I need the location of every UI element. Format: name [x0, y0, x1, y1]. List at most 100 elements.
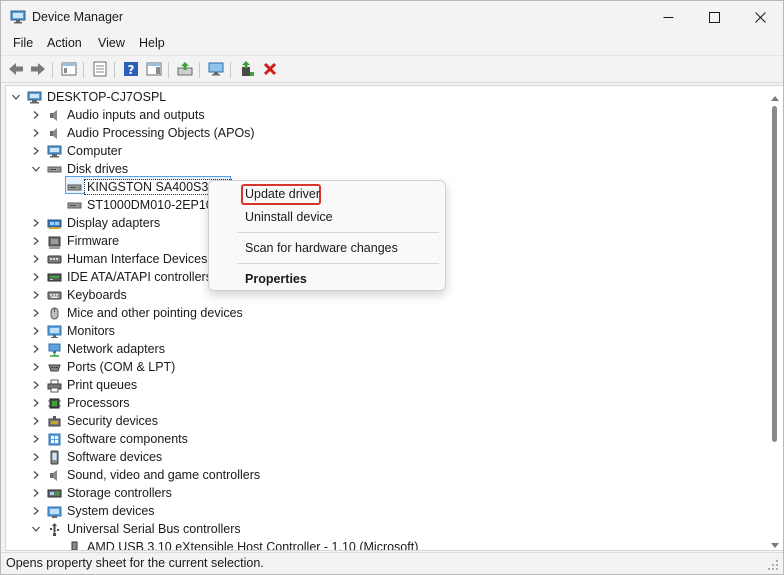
minimize-button[interactable]: [645, 1, 691, 33]
chevron-right-icon[interactable]: [30, 433, 42, 445]
chevron-right-icon[interactable]: [30, 379, 42, 391]
scrollbar-thumb[interactable]: [772, 106, 777, 442]
add-driver-button[interactable]: [237, 60, 257, 80]
status-bar: Opens property sheet for the current sel…: [1, 552, 783, 574]
tree-category-security-devices[interactable]: Security devices: [30, 412, 158, 430]
menu-file[interactable]: File: [13, 36, 33, 50]
menu-view[interactable]: View: [98, 36, 125, 50]
chevron-right-icon[interactable]: [30, 253, 42, 265]
tree-category-display-adapters[interactable]: Display adapters: [30, 214, 160, 232]
keyboard-icon: [46, 287, 62, 303]
close-button[interactable]: [737, 1, 783, 33]
tree-item-label: Software devices: [67, 450, 163, 464]
chevron-right-icon[interactable]: [30, 487, 42, 499]
tree-category-mice-and-other-pointing-devices[interactable]: Mice and other pointing devices: [30, 304, 243, 322]
uninstall-toolbar-button[interactable]: [260, 60, 280, 80]
svg-text:?: ?: [128, 63, 135, 77]
tree-category-monitors[interactable]: Monitors: [30, 322, 115, 340]
tree-device-kingston-sa400s3748[interactable]: KINGSTON SA400S3748: [62, 178, 233, 196]
maximize-button[interactable]: [691, 1, 737, 33]
chevron-right-icon[interactable]: [30, 361, 42, 373]
chevron-down-icon[interactable]: [10, 91, 22, 103]
scroll-up-arrow-icon[interactable]: [771, 92, 779, 101]
tree-root-desktop-cj7ospl[interactable]: DESKTOP-CJ7OSPL: [10, 88, 166, 106]
tree-category-keyboards[interactable]: Keyboards: [30, 286, 127, 304]
tree-device-amd-usb-3-10-extensible-host-controller-1-10-microsoft[interactable]: AMD USB 3.10 eXtensible Host Controller …: [62, 538, 418, 550]
properties-sheet-icon: [91, 60, 109, 81]
tree-item-label: Network adapters: [67, 342, 165, 356]
chevron-right-icon[interactable]: [30, 235, 42, 247]
tree-item-label: IDE ATA/ATAPI controllers: [67, 270, 212, 284]
tree-category-network-adapters[interactable]: Network adapters: [30, 340, 165, 358]
menu-help[interactable]: Help: [139, 36, 165, 50]
tree-item-label: Disk drives: [67, 162, 129, 176]
chevron-right-icon[interactable]: [30, 415, 42, 427]
menu-properties[interactable]: Properties: [245, 272, 307, 286]
tree-category-disk-drives[interactable]: Disk drives: [30, 160, 128, 178]
tree-item-label: Ports (COM & LPT): [67, 360, 176, 374]
tree-item-label: DESKTOP-CJ7OSPL: [47, 90, 167, 104]
tree-category-ports-com-lpt[interactable]: Ports (COM & LPT): [30, 358, 175, 376]
action-pane-button[interactable]: [144, 60, 164, 80]
tree-category-system-devices[interactable]: System devices: [30, 502, 155, 520]
chevron-right-icon[interactable]: [30, 145, 42, 157]
resize-grip-icon[interactable]: [767, 559, 779, 571]
tree-category-processors[interactable]: Processors: [30, 394, 130, 412]
speaker-icon: [46, 107, 62, 123]
chevron-right-icon[interactable]: [30, 271, 42, 283]
tree-category-ide-ata-atapi-controllers[interactable]: IDE ATA/ATAPI controllers: [30, 268, 212, 286]
help-button[interactable]: ?: [121, 60, 141, 80]
scroll-down-arrow-icon[interactable]: [771, 538, 779, 548]
tree-category-sound-video-and-game-controllers[interactable]: Sound, video and game controllers: [30, 466, 260, 484]
tree-item-label: Firmware: [67, 234, 120, 248]
tree-category-print-queues[interactable]: Print queues: [30, 376, 137, 394]
device-tree[interactable]: DESKTOP-CJ7OSPL Audio inputs and outputs A…: [5, 85, 767, 551]
chevron-right-icon[interactable]: [30, 127, 42, 139]
scan-hardware-button[interactable]: [206, 60, 226, 80]
tree-item-label: Print queues: [67, 378, 138, 392]
firmware-icon: [46, 233, 62, 249]
chevron-right-icon[interactable]: [30, 469, 42, 481]
tree-category-audio-processing-objects-apos[interactable]: Audio Processing Objects (APOs): [30, 124, 255, 142]
chevron-right-icon[interactable]: [30, 397, 42, 409]
show-hide-console-tree-button[interactable]: [59, 60, 79, 80]
tree-category-software-components[interactable]: Software components: [30, 430, 188, 448]
chevron-right-icon[interactable]: [30, 343, 42, 355]
menu-uninstall-device[interactable]: Uninstall device: [245, 210, 333, 224]
tree-category-firmware[interactable]: Firmware: [30, 232, 119, 250]
back-button[interactable]: [6, 60, 26, 80]
tree-device-st1000dm010-2ep102[interactable]: ST1000DM010-2EP102: [62, 196, 220, 214]
chevron-right-icon[interactable]: [30, 109, 42, 121]
monitor-icon: [46, 323, 62, 339]
tree-item-label: Audio Processing Objects (APOs): [67, 126, 255, 140]
tree-category-software-devices[interactable]: Software devices: [30, 448, 162, 466]
menu-update-driver[interactable]: Update driver: [245, 187, 320, 201]
chevron-right-icon[interactable]: [30, 505, 42, 517]
chevron-right-icon[interactable]: [30, 289, 42, 301]
tree-category-computer[interactable]: Computer: [30, 142, 122, 160]
chevron-down-icon[interactable]: [30, 523, 42, 535]
chevron-right-icon[interactable]: [30, 451, 42, 463]
chevron-right-icon[interactable]: [30, 325, 42, 337]
chevron-right-icon[interactable]: [30, 217, 42, 229]
tree-item-label: ST1000DM010-2EP102: [87, 198, 220, 212]
port-icon: [46, 359, 62, 375]
tree-category-storage-controllers[interactable]: Storage controllers: [30, 484, 172, 502]
forward-button[interactable]: [28, 60, 48, 80]
tree-item-label: Display adapters: [67, 216, 161, 230]
tree-category-universal-serial-bus-controllers[interactable]: Universal Serial Bus controllers: [30, 520, 241, 538]
system-device-icon: [46, 503, 62, 519]
tree-category-audio-inputs-and-outputs[interactable]: Audio inputs and outputs: [30, 106, 205, 124]
tree-item-label: Computer: [67, 144, 122, 158]
menu-scan-hardware[interactable]: Scan for hardware changes: [245, 241, 398, 255]
tree-category-human-interface-devices[interactable]: Human Interface Devices: [30, 250, 207, 268]
menu-action[interactable]: Action: [47, 36, 82, 50]
vertical-scrollbar[interactable]: [767, 85, 783, 551]
properties-toolbar-button[interactable]: [90, 60, 110, 80]
network-adapter-icon: [46, 341, 62, 357]
add-driver-icon: [238, 60, 256, 81]
title-bar[interactable]: Device Manager: [1, 1, 783, 33]
chevron-right-icon[interactable]: [30, 307, 42, 319]
update-driver-toolbar-button[interactable]: [175, 60, 195, 80]
chevron-down-icon[interactable]: [30, 163, 42, 175]
